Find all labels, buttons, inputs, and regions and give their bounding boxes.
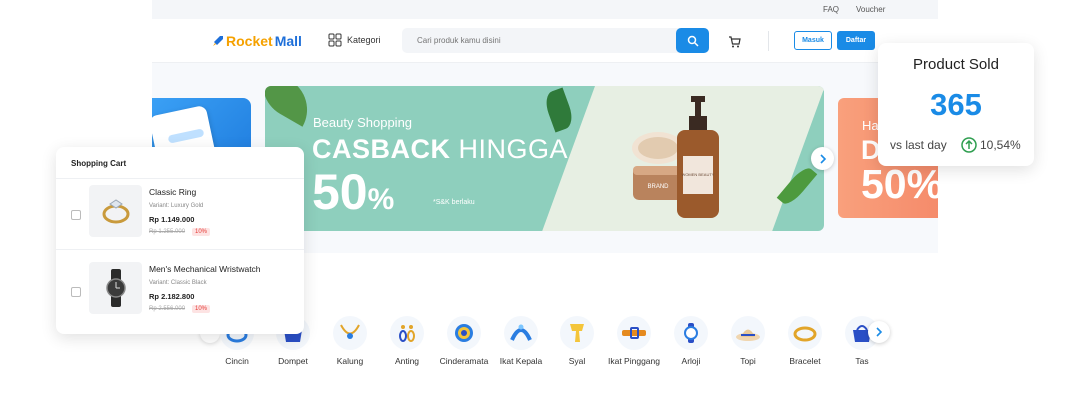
kategori-label: Bracelet xyxy=(789,356,821,366)
grid-icon xyxy=(328,33,342,47)
cart-item-checkbox[interactable] xyxy=(71,210,81,220)
top-bar: FAQ Voucher xyxy=(152,0,938,19)
banner-headline-thin: HINGGA xyxy=(450,134,569,164)
discount-badge: 10% xyxy=(192,228,211,236)
banner-right-percent: 50% xyxy=(861,161,938,207)
search-button[interactable] xyxy=(676,28,709,53)
banner-percent: 50% xyxy=(312,163,394,221)
kategori-label: Dompet xyxy=(278,356,308,366)
scarf-icon xyxy=(560,316,594,350)
banner-percent-number: 50 xyxy=(312,164,368,220)
kategori-list: Cincin Dompet Kalung Anting Cinderamata … xyxy=(207,316,887,396)
cart-item-variant: Variant: Luxury Gold xyxy=(149,203,204,209)
souvenir-icon xyxy=(447,316,481,350)
product-thumbnail[interactable] xyxy=(89,185,142,237)
change-value: 10,54% xyxy=(980,138,1021,152)
cart-button[interactable] xyxy=(728,35,741,53)
logo-rocket-text: Rocket xyxy=(226,33,273,49)
kategori-item-syal[interactable]: Syal xyxy=(547,316,607,367)
faq-link[interactable]: FAQ xyxy=(823,5,839,14)
kategori-next-button[interactable] xyxy=(868,321,890,343)
arrow-up-circle-icon xyxy=(961,137,977,153)
cart-item-price: Rp 2.182.800 xyxy=(149,292,195,301)
rocket-icon xyxy=(213,36,223,46)
banner-headline-bold: CASBACK xyxy=(312,134,451,164)
banner-subtitle: Beauty Shopping xyxy=(313,115,413,130)
kategori-item-kalung[interactable]: Kalung xyxy=(320,316,380,367)
bracelet-icon xyxy=(788,316,822,350)
cart-card-title: Shopping Cart xyxy=(71,159,127,168)
main-header: RocketMall Kategori Masuk Daftar xyxy=(152,19,938,63)
search-icon xyxy=(687,35,699,47)
ring-icon xyxy=(102,199,129,224)
logo-mall-text: Mall xyxy=(274,33,302,49)
kategori-label: Ikat Kepala xyxy=(499,356,543,366)
banner-headline: CASBACK HINGGA xyxy=(312,134,568,165)
cart-item: Men's Mechanical Wristwatch Variant: Cla… xyxy=(56,256,304,330)
cart-item-variant: Variant: Classic Black xyxy=(149,280,207,286)
search-input[interactable] xyxy=(402,28,676,53)
kategori-label: Anting xyxy=(394,356,420,366)
shopping-cart-card: Shopping Cart Classic Ring Variant: Luxu… xyxy=(56,147,304,334)
cart-item-checkbox[interactable] xyxy=(71,287,81,297)
discount-badge: 10% xyxy=(192,305,211,313)
kategori-item-cinderamata[interactable]: Cinderamata xyxy=(434,316,494,367)
product-thumbnail[interactable] xyxy=(89,262,142,314)
kategori-item-ikat-pinggang[interactable]: Ikat Pinggang xyxy=(604,316,664,367)
kategori-label: Syal xyxy=(568,356,586,366)
kategori-item-ikat-kepala[interactable]: Ikat Kepala xyxy=(491,316,551,367)
rocketmall-logo[interactable]: Rocket Mall xyxy=(212,33,302,49)
search-bar xyxy=(402,28,709,53)
belt-icon xyxy=(617,316,651,350)
chevron-right-icon xyxy=(819,153,826,164)
kategori-menu[interactable]: Kategori xyxy=(328,33,381,47)
cart-item: Classic Ring Variant: Luxury Gold Rp 1.1… xyxy=(56,179,304,253)
banner-right-prefix: Ha xyxy=(862,118,879,133)
watch-icon xyxy=(105,269,126,307)
kategori-label: Kategori xyxy=(347,35,381,45)
cart-icon xyxy=(729,36,741,48)
kategori-label: Tas xyxy=(855,356,869,366)
voucher-link[interactable]: Voucher xyxy=(856,5,885,14)
change-indicator: 10,54% xyxy=(961,137,1021,153)
kategori-label: Cincin xyxy=(225,356,249,366)
kategori-item-arloji[interactable]: Arloji xyxy=(661,316,721,367)
kategori-label: Cinderamata xyxy=(439,356,489,366)
cart-item-old-price: Rp 1.255.000 xyxy=(149,229,186,235)
comparison-label: vs last day xyxy=(890,138,947,152)
banner-current-slide[interactable]: Beauty Shopping CASBACK HINGGA 50% *S&K … xyxy=(265,86,824,231)
cart-item-price: Rp 1.149.000 xyxy=(149,215,195,224)
masuk-button[interactable]: Masuk xyxy=(794,31,832,50)
cart-item-name: Classic Ring xyxy=(149,187,197,197)
divider xyxy=(56,249,304,250)
bottle-label-text: WOMEN BEAUTY xyxy=(682,172,715,177)
product-sold-value: 365 xyxy=(930,87,982,122)
kategori-label: Topi xyxy=(740,356,756,366)
chevron-right-icon xyxy=(876,327,883,337)
kategori-label: Kalung xyxy=(336,356,364,366)
header-divider xyxy=(768,31,769,51)
cart-item-old-price: Rp 2.556.000 xyxy=(149,306,186,312)
leaf-decoration xyxy=(541,87,577,133)
headband-icon xyxy=(504,316,538,350)
jar-brand-text: BRAND xyxy=(647,184,669,190)
kategori-item-anting[interactable]: Anting xyxy=(377,316,437,367)
kategori-item-bracelet[interactable]: Bracelet xyxy=(775,316,835,367)
banner-next-button[interactable] xyxy=(811,147,834,170)
necklace-icon xyxy=(333,316,367,350)
hat-icon xyxy=(731,316,765,350)
product-sold-title: Product Sold xyxy=(913,56,999,73)
earring-icon xyxy=(390,316,424,350)
watch-icon xyxy=(674,316,708,350)
cart-item-name: Men's Mechanical Wristwatch xyxy=(149,264,261,274)
pump-bottle-illustration: WOMEN BEAUTY xyxy=(677,96,719,218)
kategori-label: Ikat Pinggang xyxy=(608,356,660,366)
product-sold-card: Product Sold 365 vs last day 10,54% xyxy=(878,43,1034,166)
daftar-button[interactable]: Daftar xyxy=(837,31,875,50)
kategori-label: Arloji xyxy=(681,356,701,366)
kategori-item-topi[interactable]: Topi xyxy=(718,316,778,367)
banner-percent-sign: % xyxy=(367,183,395,216)
banner-note: *S&K berlaku xyxy=(433,199,475,206)
leaf-decoration xyxy=(265,86,320,127)
